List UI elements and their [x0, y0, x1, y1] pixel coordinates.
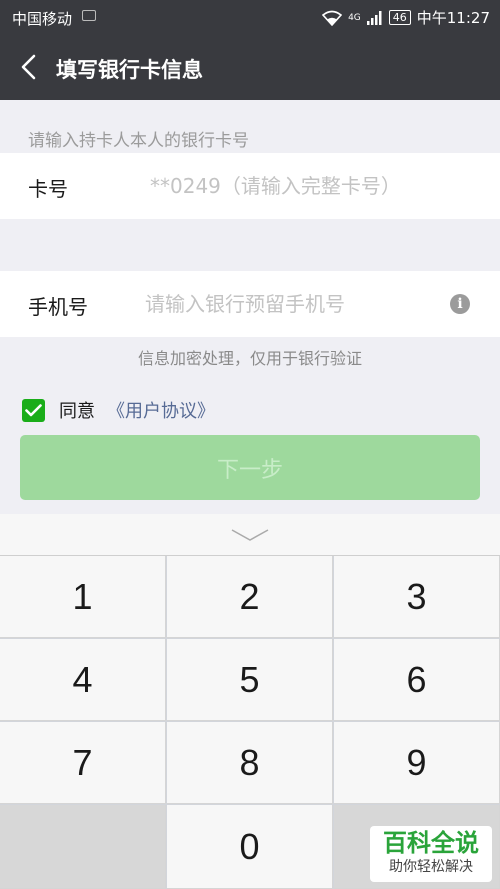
key-7[interactable]: 7: [0, 722, 166, 804]
keyboard-collapse-button[interactable]: [0, 514, 500, 556]
watermark-sub: 助你轻松解决: [389, 859, 473, 875]
agree-label: 同意: [59, 401, 95, 422]
agreement-row: 同意 《用户协议》: [22, 397, 215, 423]
status-icons: 4G 46 中午11:27: [322, 7, 490, 28]
chevron-down-icon: [231, 528, 269, 541]
phone-row: 手机号 i: [0, 271, 500, 337]
watermark-logo: 百科全说 助你轻松解决: [370, 826, 492, 882]
wifi-icon: [322, 10, 343, 26]
next-button[interactable]: 下一步: [20, 435, 480, 500]
clock: 中午11:27: [416, 9, 490, 27]
key-blank-left: [0, 805, 166, 889]
battery-icon: 46: [388, 10, 411, 25]
phone-input[interactable]: [145, 288, 435, 320]
watermark-main: 百科全说: [383, 829, 479, 857]
phone-label: 手机号: [28, 295, 88, 319]
sim-icon: [82, 10, 96, 21]
page-title: 填写银行卡信息: [56, 58, 203, 82]
key-2[interactable]: 2: [167, 556, 333, 638]
nav-bar: 填写银行卡信息: [0, 34, 500, 100]
key-4[interactable]: 4: [0, 639, 166, 721]
card-hint: 请输入持卡人本人的银行卡号: [28, 131, 249, 151]
key-0[interactable]: 0: [167, 805, 333, 889]
privacy-hint: 信息加密处理，仅用于银行验证: [137, 349, 362, 368]
card-label: 卡号: [28, 177, 68, 201]
signal-icon: [366, 10, 383, 25]
key-9[interactable]: 9: [334, 722, 500, 804]
agree-checkbox[interactable]: [22, 398, 45, 422]
status-bar: 中国移动 4G 46 中午11:27: [0, 0, 500, 34]
carrier-name: 中国移动: [12, 10, 73, 28]
card-number-input[interactable]: [150, 170, 470, 202]
card-number-row: 卡号: [0, 153, 500, 219]
info-icon[interactable]: i: [450, 294, 470, 314]
key-5[interactable]: 5: [167, 639, 333, 721]
key-6[interactable]: 6: [334, 639, 500, 721]
key-1[interactable]: 1: [0, 556, 166, 638]
user-agreement-link[interactable]: 《用户协议》: [107, 397, 215, 423]
network-type: 4G: [348, 12, 361, 23]
key-3[interactable]: 3: [334, 556, 500, 638]
chevron-left-icon[interactable]: [12, 51, 44, 83]
key-8[interactable]: 8: [167, 722, 333, 804]
